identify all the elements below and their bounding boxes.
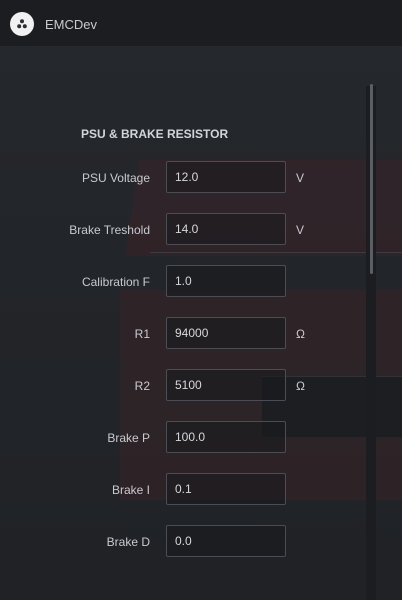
r1-unit: Ω: [296, 327, 305, 341]
psu-voltage-input[interactable]: [166, 161, 286, 193]
psu-voltage-label: PSU Voltage: [81, 171, 150, 185]
calibration-factor-label: Calibration F: [81, 275, 150, 289]
app-window: EMCDev PSU & BRAKE RESISTOR PSU Voltage …: [0, 0, 402, 600]
brake-d-label: Brake D: [106, 535, 150, 549]
divider: [150, 252, 402, 253]
section-title: PSU & BRAKE RESISTOR: [81, 127, 229, 141]
window-title: EMCDev: [45, 17, 98, 32]
r2-label: R2: [134, 379, 150, 393]
brake-threshold-label: Brake Treshold: [69, 223, 150, 237]
r2-unit: Ω: [296, 379, 305, 393]
title-bar: EMCDev: [0, 0, 402, 46]
brake-p-label: Brake P: [107, 431, 150, 445]
brake-d-input[interactable]: [166, 525, 286, 557]
brake-i-input[interactable]: [166, 473, 286, 505]
settings-panel: PSU & BRAKE RESISTOR PSU Voltage V Brake…: [0, 46, 402, 600]
brake-p-input[interactable]: [166, 421, 286, 453]
brake-threshold-unit: V: [296, 223, 305, 237]
r1-input[interactable]: [166, 317, 286, 349]
calibration-factor-input[interactable]: [166, 265, 286, 297]
r2-input[interactable]: [166, 369, 286, 401]
scrollbar-thumb[interactable]: [370, 84, 373, 274]
brake-i-label: Brake I: [111, 483, 150, 497]
app-logo-icon: [10, 12, 34, 36]
r1-label: R1: [134, 327, 150, 341]
brake-threshold-input[interactable]: [166, 213, 286, 245]
psu-voltage-unit: V: [296, 171, 305, 185]
